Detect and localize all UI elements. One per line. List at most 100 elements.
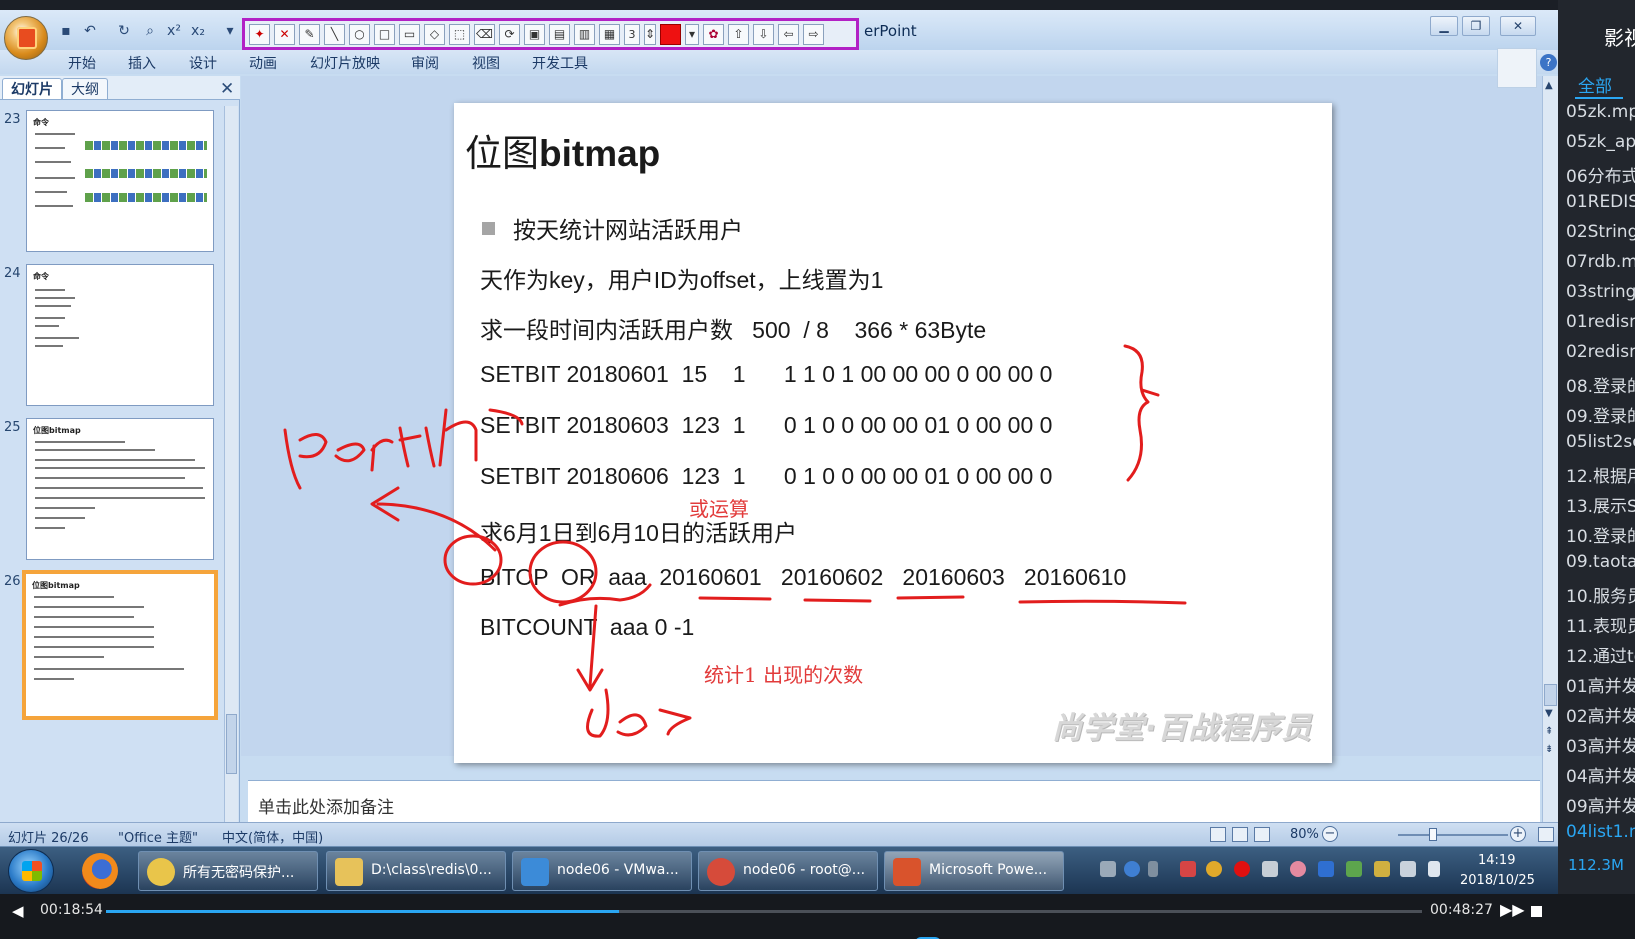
pen-width-value[interactable]: 3: [624, 23, 640, 45]
undo-icon[interactable]: ↶: [80, 22, 100, 40]
eraser-icon[interactable]: ⌫: [474, 23, 495, 45]
arrow-back-icon[interactable]: ⇦: [778, 23, 799, 45]
arrow-up-icon[interactable]: ⇧: [728, 23, 749, 45]
playlist-item[interactable]: 05zk.mp: [1566, 102, 1635, 122]
minimize-button[interactable]: ▁: [1430, 16, 1458, 36]
restore-button[interactable]: ❐: [1462, 16, 1490, 36]
clock-time[interactable]: 14:19: [1478, 853, 1515, 868]
playlist-item[interactable]: 07rdb.m: [1566, 252, 1635, 272]
playlist-item[interactable]: 05list2se: [1566, 432, 1635, 452]
redo-icon[interactable]: ↻: [114, 22, 134, 40]
slide-thumbnail-selected[interactable]: 位图bitmap: [22, 570, 218, 720]
seek-progress[interactable]: [106, 910, 620, 913]
playlist-item[interactable]: 05zk_ap: [1566, 132, 1635, 152]
playlist-item[interactable]: 13.展示S: [1566, 492, 1635, 517]
width-stepper-icon[interactable]: ⇕: [644, 23, 656, 45]
subscript-icon[interactable]: x₂: [188, 22, 208, 40]
update-tray-icon[interactable]: [1346, 861, 1362, 877]
tab-view[interactable]: 视图: [472, 53, 500, 73]
taskbar-item[interactable]: node06 - VMwa...: [512, 851, 692, 891]
taskbar-item[interactable]: 所有无密码保护...: [138, 851, 318, 891]
next-slide-icon[interactable]: ⇟: [1545, 744, 1553, 755]
help-icon[interactable]: ?: [1540, 54, 1557, 71]
fit-window-icon[interactable]: [1538, 827, 1554, 842]
playlist-tab-all[interactable]: 全部: [1578, 72, 1612, 97]
display-tray-icon[interactable]: [1400, 861, 1416, 877]
refresh-icon[interactable]: ⟳: [499, 23, 520, 45]
playlist-item[interactable]: 11.表现员: [1566, 612, 1635, 637]
arrow-forward-icon[interactable]: ⇨: [803, 23, 824, 45]
sorter-view-icon[interactable]: [1232, 827, 1248, 842]
dashed-rect-icon[interactable]: ⬚: [449, 23, 470, 45]
office-button[interactable]: [4, 16, 48, 60]
print-preview-icon[interactable]: ⌕: [140, 22, 160, 40]
tab-design[interactable]: 设计: [189, 53, 217, 73]
tab-review[interactable]: 审阅: [411, 53, 439, 73]
playlist-item[interactable]: 12.根据用: [1566, 462, 1635, 487]
rectangle-icon[interactable]: □: [374, 23, 395, 45]
scroll-thumb[interactable]: [1544, 684, 1557, 706]
color-swatch[interactable]: [660, 23, 681, 45]
start-button[interactable]: [8, 849, 54, 893]
slide-thumbnail[interactable]: 命令: [26, 264, 214, 406]
playlist-item-current[interactable]: 04list1.m: [1566, 822, 1635, 842]
playlist-item[interactable]: 01REDIS: [1566, 192, 1635, 212]
open-icon[interactable]: ▥: [574, 23, 595, 45]
playlist-item[interactable]: 02高并发: [1566, 702, 1635, 727]
playlist-item[interactable]: 06分布式: [1566, 162, 1635, 187]
tab-home[interactable]: 开始: [68, 53, 96, 73]
palette-icon[interactable]: ✿: [703, 23, 724, 45]
prev-slide-icon[interactable]: ⇞: [1545, 726, 1553, 737]
playlist-item[interactable]: 01redism: [1566, 312, 1635, 332]
tab-animations[interactable]: 动画: [249, 53, 277, 73]
playlist-item[interactable]: 09.taota: [1566, 552, 1635, 572]
slide-canvas[interactable]: 位图bitmap 按天统计网站活跃用户 天作为key，用户ID为offset，上…: [454, 103, 1332, 763]
zoom-slider[interactable]: [1398, 834, 1508, 836]
diamond-icon[interactable]: ◇: [424, 23, 445, 45]
security-tray-icon[interactable]: [1374, 861, 1390, 877]
volume-icon[interactable]: [1428, 861, 1440, 877]
close-annotate-icon[interactable]: ✕: [274, 23, 295, 45]
close-panel-icon[interactable]: ✕: [220, 79, 234, 99]
arrow-down-icon[interactable]: ⇩: [753, 23, 774, 45]
panel-scrollbar[interactable]: [224, 106, 238, 822]
playlist-item[interactable]: 04高并发: [1566, 762, 1635, 787]
editor-scrollbar[interactable]: ▲ ▼ ⇞ ⇟: [1542, 76, 1558, 832]
slide-thumbnail[interactable]: 位图bitmap: [26, 418, 214, 560]
close-button[interactable]: ✕: [1500, 16, 1536, 36]
customize-toolbar-icon[interactable]: ▾: [220, 22, 240, 40]
tab-outline[interactable]: 大纲: [62, 78, 108, 99]
stop-icon[interactable]: [1531, 906, 1542, 917]
firefox-icon[interactable]: [82, 853, 118, 889]
record-tray-icon[interactable]: [1234, 861, 1250, 877]
rounded-rect-icon[interactable]: ▭: [399, 23, 420, 45]
slide-thumbnail[interactable]: 命令: [26, 110, 214, 252]
language-indicator[interactable]: 中文(简体，中国): [222, 827, 323, 846]
save-drawing-icon[interactable]: ▤: [549, 23, 570, 45]
playlist-item[interactable]: 03高并发: [1566, 732, 1635, 757]
scroll-down-icon[interactable]: ▼: [1545, 708, 1553, 719]
playlist-item[interactable]: 08.登录的: [1566, 372, 1635, 397]
tab-slideshow[interactable]: 幻灯片放映: [310, 53, 380, 73]
taskbar-item-active[interactable]: Microsoft Powe...: [884, 851, 1064, 891]
annotate-tray-icon[interactable]: [1180, 861, 1196, 877]
zoom-slider-thumb[interactable]: [1429, 828, 1437, 841]
annotate-logo-icon[interactable]: ✦: [249, 23, 270, 45]
playlist-item[interactable]: 09.登录的: [1566, 402, 1635, 427]
zoom-in-icon[interactable]: +: [1510, 826, 1526, 842]
playlist-item[interactable]: 12.通过to: [1566, 642, 1635, 667]
help-tray-icon[interactable]: [1124, 861, 1140, 877]
network-tray-icon[interactable]: [1262, 861, 1278, 877]
slideshow-view-icon[interactable]: [1254, 827, 1270, 842]
line-icon[interactable]: ╲: [324, 23, 345, 45]
zoom-out-icon[interactable]: −: [1322, 826, 1338, 842]
bluetooth-tray-icon[interactable]: [1318, 861, 1334, 877]
playlist-item[interactable]: 09高并发: [1566, 792, 1635, 817]
playlist-item[interactable]: 10.登录的: [1566, 522, 1635, 547]
taskbar-item[interactable]: D:\class\redis\0...: [326, 851, 506, 891]
zoom-level[interactable]: 80%: [1290, 827, 1319, 842]
color-dropdown-icon[interactable]: ▾: [685, 23, 699, 45]
tab-insert[interactable]: 插入: [128, 53, 156, 73]
cloud-tray-icon[interactable]: [1206, 861, 1222, 877]
save-icon[interactable]: ▪: [56, 22, 76, 40]
